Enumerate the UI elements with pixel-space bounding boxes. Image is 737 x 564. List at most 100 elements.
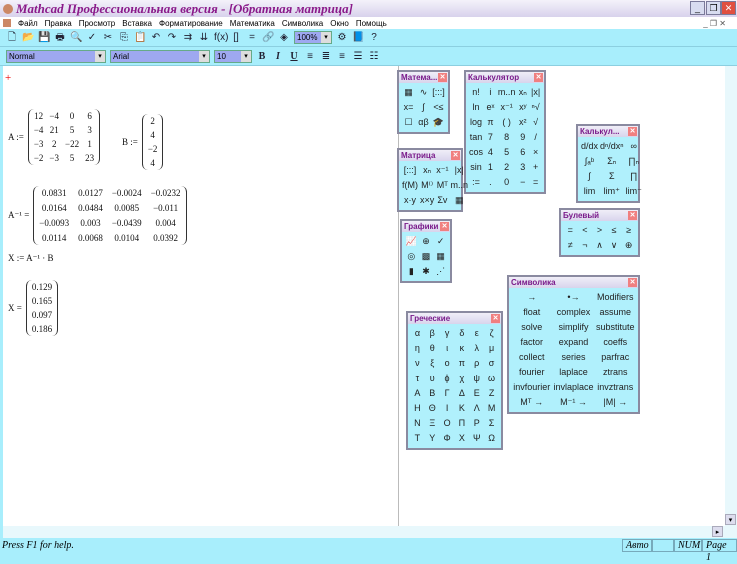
graph-palette-button[interactable]: ⋰: [434, 265, 447, 278]
symbolic-palette-button[interactable]: →: [512, 291, 551, 304]
greek-palette-button[interactable]: Ι: [441, 402, 454, 415]
greek-palette-button[interactable]: Τ: [411, 432, 424, 445]
greek-palette-button[interactable]: Ε: [470, 387, 483, 400]
greek-palette-button[interactable]: μ: [485, 342, 498, 355]
calc-palette-button[interactable]: /: [530, 131, 541, 144]
greek-palette-button[interactable]: Ο: [441, 417, 454, 430]
close-icon[interactable]: ✕: [491, 314, 500, 323]
calc-palette-button[interactable]: 8: [498, 131, 516, 144]
greek-palette-button[interactable]: Α: [411, 387, 424, 400]
calc-palette-button[interactable]: xₙ: [517, 86, 528, 99]
math-palette-button[interactable]: ▦: [402, 86, 415, 99]
calc-palette-button[interactable]: √: [530, 116, 541, 129]
math-palette-button[interactable]: ∿: [417, 86, 430, 99]
calc-palette-button[interactable]: x⁻¹: [498, 101, 516, 114]
greek-palette-button[interactable]: ο: [441, 357, 454, 370]
greek-palette-title[interactable]: Греческие ✕: [408, 313, 501, 324]
calc-palette-button[interactable]: +: [530, 161, 541, 174]
close-icon[interactable]: ✕: [628, 127, 637, 136]
greek-palette-button[interactable]: Κ: [455, 402, 468, 415]
symbolic-palette-button[interactable]: invfourier: [512, 381, 551, 394]
vertical-scrollbar[interactable]: ▾: [725, 66, 737, 538]
font-select[interactable]: Arial ▾: [110, 50, 210, 63]
calculus-palette-button[interactable]: lim⁺: [600, 185, 624, 198]
calc-palette-button[interactable]: −: [517, 176, 528, 189]
symbolic-palette-button[interactable]: •→: [553, 291, 593, 304]
greek-palette-button[interactable]: ξ: [426, 357, 439, 370]
symbolic-palette-button[interactable]: invlaplace: [553, 381, 593, 394]
greek-palette-button[interactable]: ζ: [485, 327, 498, 340]
close-icon[interactable]: ✕: [440, 222, 449, 231]
doc-window-controls[interactable]: _ ❐ ✕: [703, 19, 726, 28]
cut-icon[interactable]: ✂: [102, 32, 114, 44]
matrix-palette-button[interactable]: M⁽⁾: [420, 179, 434, 192]
symbolic-palette-button[interactable]: simplify: [553, 321, 593, 334]
math-palette-button[interactable]: αβ: [417, 116, 430, 129]
print-preview-icon[interactable]: 🔍: [70, 32, 82, 44]
style-select[interactable]: Normal ▾: [6, 50, 106, 63]
symbolic-palette-button[interactable]: invztrans: [596, 381, 635, 394]
component-wizard-icon[interactable]: ◈: [278, 32, 290, 44]
scroll-down-button[interactable]: ▾: [725, 514, 736, 525]
calculus-palette-button[interactable]: ∫ₐᵇ: [581, 155, 598, 168]
align-right-icon[interactable]: ≡: [336, 51, 348, 63]
menu-6[interactable]: Символика: [282, 19, 323, 28]
graph-palette-title[interactable]: Графики ✕: [402, 221, 450, 232]
greek-palette-button[interactable]: Θ: [426, 402, 439, 415]
math-palette-button[interactable]: 🎓: [432, 116, 445, 129]
calc-palette-button[interactable]: 6: [517, 146, 528, 159]
graph-palette-button[interactable]: ▦: [434, 250, 447, 263]
greek-palette-button[interactable]: Λ: [470, 402, 483, 415]
menu-2[interactable]: Просмотр: [79, 19, 116, 28]
calc-palette-button[interactable]: ⁿ√: [530, 101, 541, 114]
calc-palette-button[interactable]: |x|: [530, 86, 541, 99]
help-icon[interactable]: ?: [368, 32, 380, 44]
symbolic-palette-button[interactable]: factor: [512, 336, 551, 349]
doc-icon[interactable]: [3, 19, 11, 27]
menu-5[interactable]: Математика: [230, 19, 275, 28]
greek-palette-button[interactable]: Π: [455, 417, 468, 430]
calc-palette-button[interactable]: 1: [485, 161, 496, 174]
boolean-palette-button[interactable]: <: [579, 224, 592, 237]
matrix-palette-button[interactable]: x·y: [402, 194, 418, 207]
calc-palette-button[interactable]: 7: [485, 131, 496, 144]
greek-palette-button[interactable]: Ω: [485, 432, 498, 445]
math-palette-button[interactable]: x=: [402, 101, 415, 114]
math-palette-title[interactable]: Матема... ✕: [399, 72, 448, 83]
matrix-palette-button[interactable]: xₙ: [420, 164, 434, 177]
calc-palette-button[interactable]: log: [469, 116, 483, 129]
matrix-palette-button[interactable]: Σv: [436, 194, 448, 207]
calculus-palette-button[interactable]: d/dx: [581, 140, 598, 153]
boolean-palette-button[interactable]: ≤: [608, 224, 621, 237]
symbolic-palette-button[interactable]: series: [553, 351, 593, 364]
menu-4[interactable]: Форматирование: [159, 19, 223, 28]
close-icon[interactable]: ✕: [451, 151, 460, 160]
greek-palette-button[interactable]: π: [455, 357, 468, 370]
greek-palette-button[interactable]: Ν: [411, 417, 424, 430]
greek-palette-button[interactable]: ν: [411, 357, 424, 370]
calc-palette-button[interactable]: 5: [498, 146, 516, 159]
calc-palette-button[interactable]: ln: [469, 101, 483, 114]
graph-palette-button[interactable]: ✓: [434, 235, 447, 248]
matrix-palette-button[interactable]: x⁻¹: [436, 164, 448, 177]
math-palette-button[interactable]: <≤: [432, 101, 445, 114]
boolean-palette-button[interactable]: ≥: [622, 224, 635, 237]
math-palette-button[interactable]: ∫: [417, 101, 430, 114]
close-icon[interactable]: ✕: [628, 211, 637, 220]
calc-palette-button[interactable]: 9: [517, 131, 528, 144]
greek-palette-button[interactable]: σ: [485, 357, 498, 370]
calc-palette-button[interactable]: π: [485, 116, 496, 129]
greek-palette-button[interactable]: Σ: [485, 417, 498, 430]
greek-palette-button[interactable]: κ: [455, 342, 468, 355]
matrix-palette-button[interactable]: m..n: [451, 179, 469, 192]
graph-palette-button[interactable]: ⊕: [420, 235, 433, 248]
symbolic-palette-button[interactable]: |M| →: [596, 396, 635, 409]
greek-palette-button[interactable]: ϕ: [441, 372, 454, 385]
greek-palette-button[interactable]: ι: [441, 342, 454, 355]
calc-palette-button[interactable]: 2: [498, 161, 516, 174]
greek-palette-button[interactable]: Β: [426, 387, 439, 400]
matrix-palette-title[interactable]: Матрица ✕: [399, 150, 461, 161]
numbering-icon[interactable]: ☷: [368, 51, 380, 63]
math-palette-button[interactable]: [:::]: [432, 86, 445, 99]
italic-button[interactable]: I: [272, 51, 284, 63]
